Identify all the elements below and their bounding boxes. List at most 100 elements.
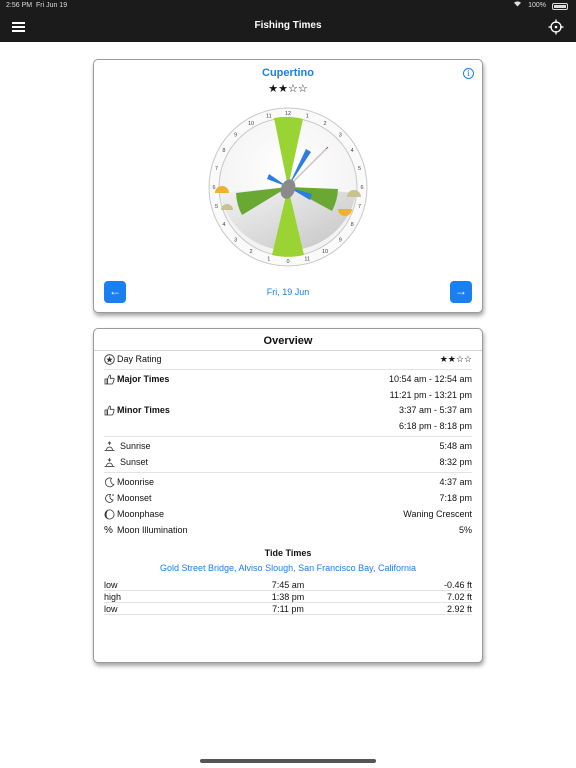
dial-hour-label: 6 bbox=[212, 185, 215, 191]
solunar-dial-graphic: 12 123456789101101234567891011 bbox=[208, 107, 368, 267]
moonphase-row: Moonphase Waning Crescent bbox=[104, 507, 472, 522]
sunrise-icon bbox=[104, 441, 115, 452]
table-row: low 7:45 am -0.46 ft bbox=[104, 580, 472, 591]
dial-hour-label: 9 bbox=[234, 133, 237, 139]
dial-hour-label: 10 bbox=[322, 249, 328, 255]
info-icon[interactable]: i bbox=[463, 68, 474, 79]
battery-icon bbox=[552, 2, 568, 10]
minor-times-label: Minor Times bbox=[117, 405, 170, 415]
moonrise-label: Moonrise bbox=[117, 477, 155, 487]
minor-times-row-2: 6:18 pm - 8:18 pm bbox=[104, 419, 472, 434]
moonset-value: 7:18 pm bbox=[439, 493, 472, 503]
minor-time-2: 6:18 pm - 8:18 pm bbox=[398, 421, 472, 431]
thumbs-up-icon bbox=[104, 374, 115, 385]
dial-hour-label: 5 bbox=[215, 204, 218, 210]
dial-hour-label: 7 bbox=[358, 204, 361, 210]
dial-hour-label: 4 bbox=[351, 148, 354, 154]
sunset-label: Sunset bbox=[120, 457, 149, 467]
table-row: high 1:38 pm 7.02 ft bbox=[104, 592, 472, 603]
tide-time: 7:45 am bbox=[271, 580, 305, 590]
day-rating-label: Day Rating bbox=[117, 354, 162, 364]
day-rating-row: Day Rating ★★☆☆ bbox=[104, 352, 472, 367]
sunrise-label: Sunrise bbox=[120, 441, 151, 451]
day-rating-stars: ★★☆☆ bbox=[268, 83, 308, 95]
dial-hour-label: 11 bbox=[266, 114, 272, 120]
selected-date[interactable]: Fri, 19 Jun bbox=[94, 287, 482, 297]
home-indicator[interactable] bbox=[200, 759, 376, 763]
moon-illumination-label: Moon Illumination bbox=[117, 525, 188, 535]
next-day-button[interactable]: → bbox=[450, 281, 472, 303]
dial-hour-label: 11 bbox=[304, 257, 310, 263]
dial-hour-label: 4 bbox=[222, 222, 225, 228]
tide-location-link[interactable]: Gold Street Bridge, Alviso Slough, San F… bbox=[94, 563, 482, 573]
page-title: Fishing Times bbox=[254, 20, 322, 31]
divider bbox=[104, 472, 472, 473]
moonset-label: Moonset bbox=[117, 493, 152, 503]
dial-hour-label: 9 bbox=[339, 237, 342, 243]
status-right: 100% bbox=[513, 0, 568, 12]
nav-bar: Fishing Times bbox=[0, 12, 576, 42]
moon-icon bbox=[104, 477, 115, 488]
dial-hour-label: 6 bbox=[360, 185, 363, 191]
major-times-row: Major Times 10:54 am - 12:54 am bbox=[104, 372, 472, 387]
status-bar: 2:56 PM Fri Jun 19 100% bbox=[0, 0, 576, 12]
status-date: Fri Jun 19 bbox=[35, 2, 68, 9]
divider bbox=[94, 350, 482, 351]
tide-times-title: Tide Times bbox=[264, 548, 312, 558]
sunrise-row: Sunrise 5:48 am bbox=[104, 439, 472, 454]
day-rating-value: ★★☆☆ bbox=[439, 354, 472, 364]
dial-hour-label: 3 bbox=[234, 237, 237, 243]
dial-hour-label: 10 bbox=[248, 121, 254, 127]
dial-hour-label: 2 bbox=[249, 249, 252, 255]
sunset-row: Sunset 8:32 pm bbox=[104, 455, 472, 470]
sunrise-value: 5:48 am bbox=[439, 441, 472, 451]
major-time-2: 11:21 pm - 13:21 pm bbox=[389, 390, 472, 400]
divider bbox=[104, 436, 472, 437]
dial-hour-label: 1 bbox=[306, 114, 309, 120]
minor-time-1: 3:37 am - 5:37 am bbox=[398, 405, 472, 415]
tide-time: 7:11 pm bbox=[272, 604, 304, 614]
tide-height: 2.92 ft bbox=[446, 604, 472, 614]
divider bbox=[104, 369, 472, 370]
battery-percent: 100% bbox=[528, 2, 546, 9]
moonset-icon bbox=[104, 493, 115, 504]
moonphase-value: Waning Crescent bbox=[403, 509, 472, 519]
moon-illumination-value: 5% bbox=[458, 525, 472, 535]
crosshair-icon[interactable] bbox=[548, 19, 564, 35]
dial-hour-label: 5 bbox=[358, 166, 361, 172]
overview-title: Overview bbox=[263, 335, 313, 347]
overview-card: Overview Day Rating ★★☆☆ Major Times 10:… bbox=[93, 328, 483, 663]
city-name[interactable]: Cupertino bbox=[94, 67, 482, 79]
status-time: 2:56 PM bbox=[6, 2, 33, 9]
tide-time: 1:38 pm bbox=[271, 592, 305, 602]
solunar-dial: 12 1 2 3 4 5 6 7 8 9 10 11 0 1 2 3 4 5 6 7 8 9 10 11 bbox=[208, 107, 368, 267]
moonrise-value: 4:37 am bbox=[439, 477, 472, 487]
minor-times-row: Minor Times 3:37 am - 5:37 am bbox=[104, 403, 472, 418]
tide-height: 7.02 ft bbox=[446, 592, 472, 602]
dial-hour-label: 7 bbox=[215, 166, 218, 172]
moonset-row: Moonset 7:18 pm bbox=[104, 491, 472, 506]
star-badge-icon bbox=[104, 354, 115, 365]
dial-hour-label: 1 bbox=[267, 257, 270, 263]
sunset-value: 8:32 pm bbox=[439, 457, 472, 467]
thumbs-up-icon bbox=[104, 405, 115, 416]
major-times-row-2: 11:21 pm - 13:21 pm bbox=[104, 388, 472, 403]
dial-hour-label: 8 bbox=[351, 222, 354, 228]
status-time-date: 2:56 PM Fri Jun 19 bbox=[6, 0, 67, 12]
moonrise-row: Moonrise 4:37 am bbox=[104, 475, 472, 490]
table-row: low 7:11 pm 2.92 ft bbox=[104, 604, 472, 615]
dial-hour-label: 8 bbox=[222, 148, 225, 154]
tide-height: -0.46 ft bbox=[443, 580, 472, 590]
major-time-1: 10:54 am - 12:54 am bbox=[388, 374, 472, 384]
major-times-label: Major Times bbox=[117, 374, 170, 384]
dial-hour-label: 0 bbox=[286, 259, 289, 265]
forecast-card: Cupertino ★★☆☆ i 12 1 2 3 4 5 6 7 8 9 10 11 0 1 2 3 4 5 6 7… bbox=[93, 59, 483, 313]
dial-hour-label: 3 bbox=[339, 133, 342, 139]
wifi-icon bbox=[513, 0, 522, 12]
sunset-icon bbox=[104, 457, 115, 468]
moon-illumination-row: % Moon Illumination 5% bbox=[104, 523, 472, 538]
percent-icon: % bbox=[104, 525, 113, 536]
dial-hour-label: 12 bbox=[285, 111, 291, 117]
dial-hour-label: 2 bbox=[323, 121, 326, 127]
moonphase-label: Moonphase bbox=[117, 509, 165, 519]
